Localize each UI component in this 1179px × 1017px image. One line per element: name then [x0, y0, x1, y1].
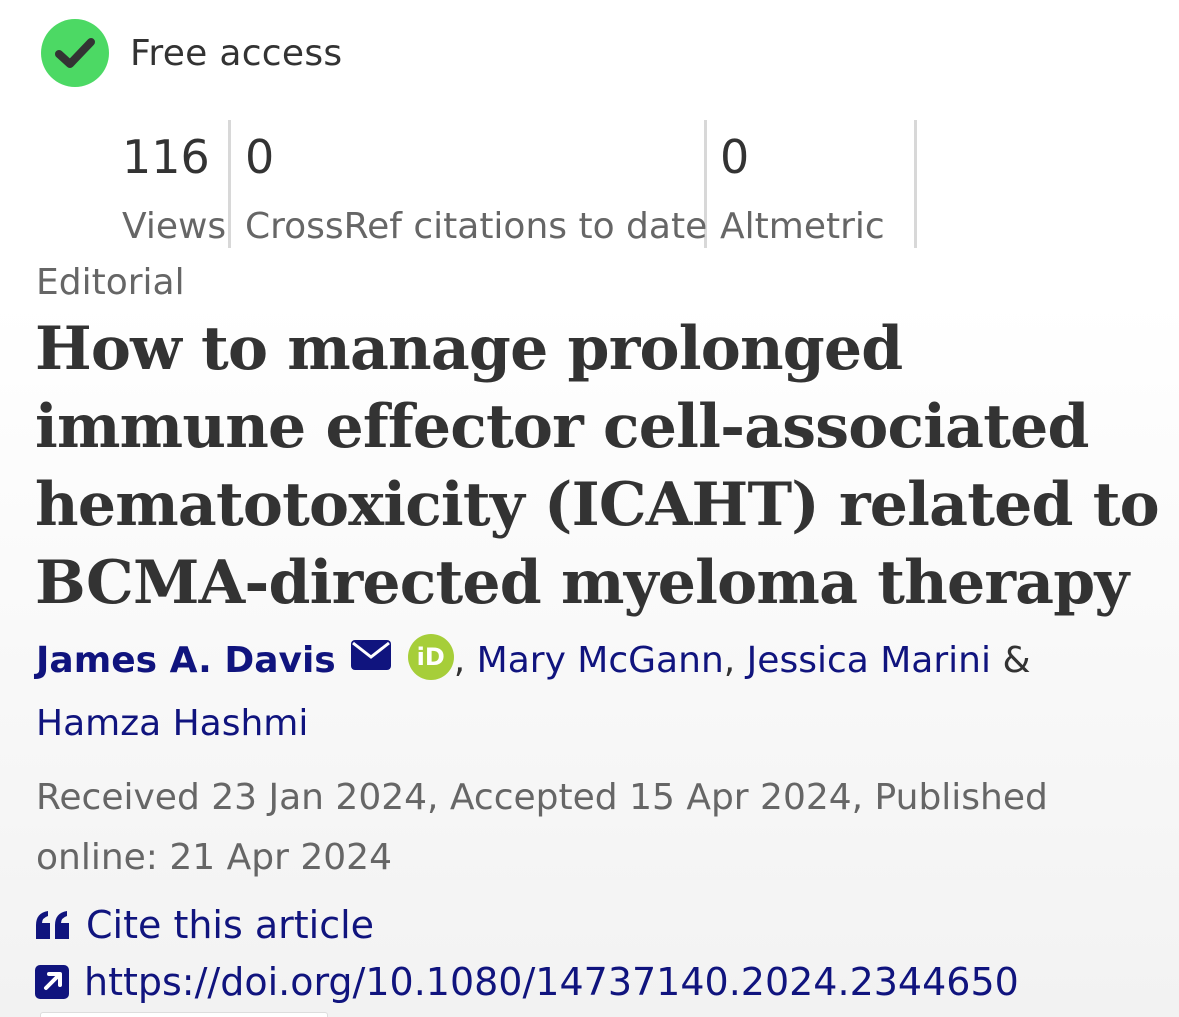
author-separator: &: [1002, 640, 1031, 681]
divider: [40, 1012, 328, 1017]
article-metrics: 116 Views 0 CrossRef citations to date 0…: [122, 120, 917, 248]
author-separator: ,: [453, 640, 466, 681]
metric-crossref[interactable]: 0 CrossRef citations to date: [231, 120, 707, 248]
doi-link[interactable]: https://doi.org/10.1080/14737140.2024.23…: [34, 960, 1019, 1004]
author-link[interactable]: Jessica Marini: [747, 640, 991, 681]
mail-icon[interactable]: [350, 630, 392, 690]
author-link[interactable]: James A. Davis: [36, 640, 336, 681]
author-link[interactable]: Hamza Hashmi: [36, 703, 308, 744]
author-link[interactable]: Mary McGann: [477, 640, 724, 681]
check-circle-icon: [41, 19, 109, 87]
views-count: 116: [122, 130, 210, 184]
altmetric-count: 0: [720, 130, 750, 184]
external-link-icon: [35, 965, 69, 999]
free-access-label: Free access: [130, 32, 343, 74]
orcid-icon[interactable]: iD: [407, 634, 454, 680]
views-label: Views: [122, 206, 227, 247]
crossref-count: 0: [245, 130, 275, 184]
quote-icon: [36, 911, 69, 939]
cite-article-link[interactable]: Cite this article: [34, 903, 374, 947]
metric-views[interactable]: 116 Views: [122, 120, 231, 248]
article-type: Editorial: [36, 262, 185, 303]
crossref-label: CrossRef citations to date: [245, 206, 708, 247]
altmetric-label: Altmetric: [720, 206, 885, 247]
publication-dates: Received 23 Jan 2024, Accepted 15 Apr 20…: [36, 777, 1048, 878]
cite-article-label: Cite this article: [86, 903, 375, 947]
author-list: James A. Davis iD, Mary McGann, Jessica M…: [36, 630, 1156, 754]
author-separator: ,: [723, 640, 736, 681]
free-access-badge: Free access: [41, 19, 342, 87]
metric-altmetric[interactable]: 0 Altmetric: [707, 120, 917, 248]
article-title: How to manage prolonged immune effector …: [35, 314, 1160, 618]
doi-url: https://doi.org/10.1080/14737140.2024.23…: [84, 960, 1019, 1004]
